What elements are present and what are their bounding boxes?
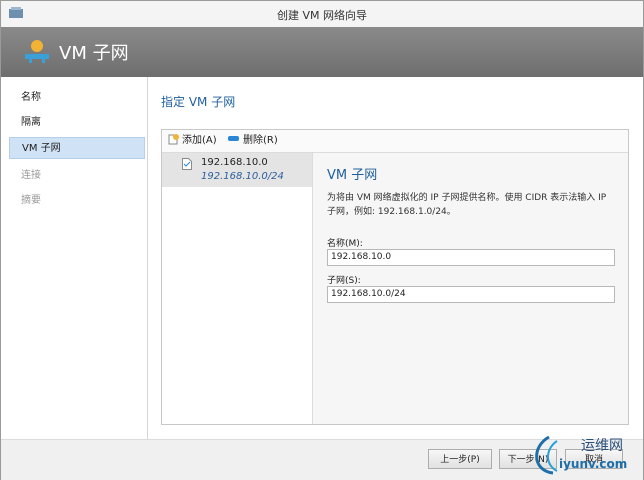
site-watermark: 运维网 iyunv.com <box>523 427 643 479</box>
title-bar: 创建 VM 网络向导 <box>1 1 643 28</box>
main-content: 指定 VM 子网 添加(A) 删除(R) 192.168.10.0 192.16… <box>148 77 643 439</box>
name-field-label: 名称(M): <box>327 239 363 249</box>
subnet-field-label: 子网(S): <box>327 276 361 286</box>
wizard-window: 创建 VM 网络向导 VM 子网 名称 隔离 VM 子网 连接 摘要 指定 VM… <box>0 0 644 480</box>
previous-button[interactable]: 上一步(P) <box>428 449 492 469</box>
window-title: 创建 VM 网络向导 <box>276 9 367 22</box>
delete-icon <box>228 136 239 141</box>
detail-description: 为将由 VM 网络虚拟化的 IP 子网提供名称。使用 CIDR 表示法输入 IP… <box>327 193 607 217</box>
add-button[interactable]: 添加(A) <box>168 133 217 149</box>
subnet-field[interactable] <box>327 286 615 303</box>
add-button-label: 添加(A) <box>182 135 217 146</box>
detail-title: VM 子网 <box>327 168 378 183</box>
subnet-list-item[interactable]: 192.168.10.0 192.168.10.0/24 <box>162 153 312 187</box>
subnet-toolbar: 添加(A) 删除(R) <box>162 130 628 153</box>
header-banner: VM 子网 <box>1 27 643 77</box>
wizard-nav: 名称 隔离 VM 子网 连接 摘要 <box>1 77 148 439</box>
nav-item-isolation[interactable]: 隔离 <box>9 112 145 134</box>
watermark-url-text: iyunv.com <box>559 457 628 471</box>
document-icon <box>182 158 192 170</box>
watermark-cn-text: 运维网 <box>581 438 623 454</box>
watermark-swoosh-icon <box>535 435 558 475</box>
delete-button-label: 删除(R) <box>243 135 278 146</box>
subnet-range: 192.168.10.0/24 <box>201 171 284 182</box>
network-icon <box>25 40 49 63</box>
add-icon <box>168 134 179 145</box>
nav-item-connectivity: 连接 <box>21 170 41 181</box>
nav-item-summary: 摘要 <box>21 195 41 206</box>
subnet-detail: VM 子网 为将由 VM 网络虚拟化的 IP 子网提供名称。使用 CIDR 表示… <box>313 153 628 424</box>
subnet-list: 192.168.10.0 192.168.10.0/24 <box>162 153 313 424</box>
subnet-panel: 添加(A) 删除(R) 192.168.10.0 192.168.10.0/24 <box>161 129 629 425</box>
nav-item-name[interactable]: 名称 <box>9 87 145 109</box>
subnet-name: 192.168.10.0 <box>201 157 268 168</box>
nav-item-vm-subnet[interactable]: VM 子网 <box>9 137 145 159</box>
delete-button[interactable]: 删除(R) <box>228 133 278 149</box>
name-field[interactable] <box>327 249 615 266</box>
page-heading: 指定 VM 子网 <box>161 95 236 109</box>
page-banner-title: VM 子网 <box>59 43 129 64</box>
